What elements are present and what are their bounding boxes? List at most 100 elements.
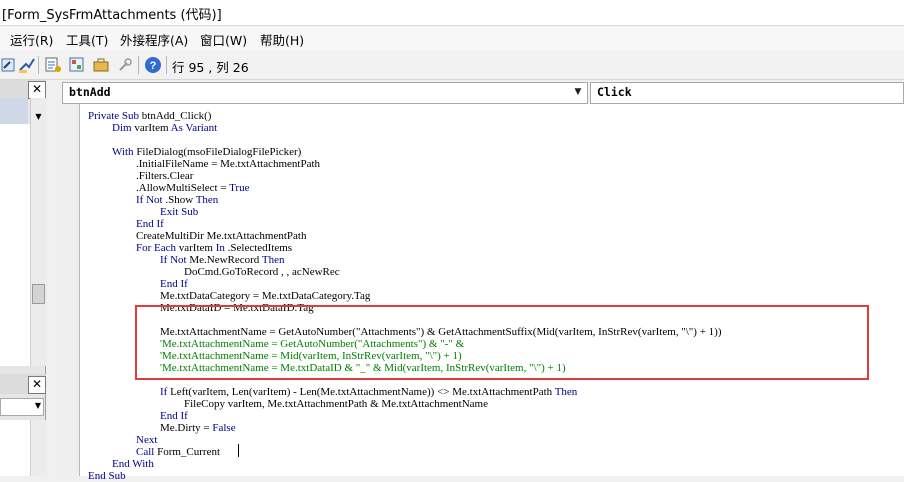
procedure-combo-value: Click	[597, 85, 632, 99]
code-line[interactable]: End Sub	[88, 470, 126, 482]
menu-tools[interactable]: 工具(T)	[66, 30, 108, 49]
code-line[interactable]: CreateMultiDir Me.txtAttachmentPath	[136, 230, 306, 242]
toolbar-separator	[166, 56, 167, 74]
project-pane: ✕ ▼	[0, 80, 47, 366]
properties-icon[interactable]	[44, 56, 62, 74]
code-keyword: Dim	[112, 122, 132, 134]
object-select[interactable]: ▼	[0, 398, 44, 416]
project-scrollbar[interactable]: ▼	[30, 98, 47, 366]
procedure-combo[interactable]: Click	[590, 82, 904, 104]
code-keyword: Exit	[160, 206, 179, 218]
code-editor[interactable]: Private Sub btnAdd_Click() Dim varItem As…	[80, 104, 904, 482]
code-line[interactable]: .Filters.Clear	[136, 170, 193, 182]
code-keyword: If	[156, 218, 164, 230]
code-line[interactable]: Private Sub btnAdd_Click()	[88, 110, 211, 122]
code-keyword: End	[88, 470, 106, 482]
code-keyword: Not	[146, 194, 163, 206]
code-line[interactable]: If Not .Show Then	[136, 194, 218, 206]
code-keyword: Sub	[121, 110, 140, 122]
code-keyword: Sub	[181, 206, 199, 218]
code-line[interactable]: End If	[160, 410, 188, 422]
properties-scrollbar[interactable]	[30, 420, 47, 476]
close-icon[interactable]: ✕	[28, 376, 46, 394]
text-cursor	[238, 444, 239, 457]
code-line[interactable]: .AllowMultiSelect = True	[136, 182, 249, 194]
code-line[interactable]: Dim varItem As Variant	[112, 122, 217, 134]
code-line[interactable]: DoCmd.GoToRecord , , acNewRec	[184, 266, 340, 278]
properties-pane: ✕ ▼	[0, 366, 47, 476]
code-keyword: Each	[154, 242, 177, 254]
scroll-down-icon[interactable]: ▼	[33, 112, 44, 122]
code-line[interactable]: If Not Me.NewRecord Then	[160, 254, 284, 266]
toolbox-icon[interactable]	[92, 56, 110, 74]
code-line[interactable]: For Each varItem In .SelectedItems	[136, 242, 292, 254]
menu-bar: 运行(R) 工具(T) 外接程序(A) 窗口(W) 帮助(H)	[0, 26, 904, 50]
code-keyword: False	[212, 422, 236, 434]
code-keyword: Private	[88, 110, 120, 122]
scroll-thumb[interactable]	[32, 284, 45, 304]
code-keyword: With	[132, 458, 154, 470]
code-line[interactable]: If Left(varItem, Len(varItem) - Len(Me.t…	[160, 386, 577, 398]
code-line[interactable]: FileCopy varItem, Me.txtAttachmentPath &…	[184, 398, 488, 410]
toolbar-separator	[38, 56, 39, 74]
properties-pane-header: ✕	[0, 374, 46, 394]
code-keyword: Next	[136, 434, 158, 446]
code-line[interactable]: Me.Dirty = False	[160, 422, 236, 434]
code-keyword: With	[112, 146, 134, 158]
menu-run[interactable]: 运行(R)	[10, 30, 53, 49]
title-bar: [Form_SysFrmAttachments (代码)]	[0, 0, 904, 26]
code-keyword: Sub	[108, 470, 126, 482]
code-keyword: If	[180, 410, 188, 422]
code-line[interactable]: .InitialFileName = Me.txtAttachmentPath	[136, 158, 320, 170]
code-keyword: If	[180, 278, 188, 290]
code-line[interactable]: Me.txtDataCategory = Me.txtDataCategory.…	[160, 290, 370, 302]
code-keyword: In	[215, 242, 225, 254]
code-keyword: Then	[554, 386, 578, 398]
window-title: [Form_SysFrmAttachments (代码)]	[2, 8, 222, 23]
code-keyword: Call	[136, 446, 155, 458]
project-explorer-icon[interactable]	[18, 56, 36, 74]
menu-addins[interactable]: 外接程序(A)	[120, 30, 188, 49]
toolbar-separator	[138, 56, 139, 74]
code-keyword: End	[112, 458, 130, 470]
code-keyword: Then	[261, 254, 285, 266]
menu-window[interactable]: 窗口(W)	[200, 30, 247, 49]
margin-indicator-bar[interactable]	[56, 104, 80, 476]
code-line[interactable]: End With	[112, 458, 154, 470]
menu-help[interactable]: 帮助(H)	[260, 30, 304, 49]
code-line[interactable]: With FileDialog(msoFileDialogFilePicker)	[112, 146, 301, 158]
svg-text:?: ?	[150, 60, 157, 72]
code-keyword: For	[136, 242, 152, 254]
object-browser-icon[interactable]	[68, 56, 86, 74]
code-keyword: If	[136, 194, 144, 206]
code-keyword: As	[170, 122, 183, 134]
help-icon[interactable]: ?	[144, 56, 162, 74]
code-line[interactable]: Next	[136, 434, 157, 446]
object-combo-value: btnAdd	[69, 85, 111, 99]
wrench-icon[interactable]	[116, 56, 134, 74]
code-window-header: btnAdd ▼ Click	[56, 80, 904, 104]
code-line[interactable]: End If	[160, 278, 188, 290]
cursor-position-readout: 行 95 , 列 26	[172, 60, 249, 75]
code-keyword: End	[160, 410, 178, 422]
code-line[interactable]: End If	[136, 218, 164, 230]
chevron-down-icon[interactable]: ▼	[571, 85, 585, 99]
project-tree[interactable]	[0, 124, 30, 366]
toolbar: ? 行 95 , 列 26	[0, 50, 904, 80]
property-list[interactable]	[0, 420, 30, 476]
code-line[interactable]: Call Form_Current	[136, 446, 220, 458]
close-icon[interactable]: ✕	[28, 81, 46, 99]
code-keyword: True	[229, 182, 250, 194]
highlight-annotation	[135, 305, 869, 380]
code-keyword: Then	[195, 194, 219, 206]
code-keyword: If	[160, 254, 168, 266]
pane-toolbar	[0, 98, 28, 124]
project-pane-header: ✕	[0, 80, 46, 99]
code-keyword: If	[160, 386, 168, 398]
code-keyword: Not	[170, 254, 187, 266]
object-combo[interactable]: btnAdd ▼	[62, 82, 588, 104]
code-line[interactable]: Exit Sub	[160, 206, 198, 218]
chevron-down-icon[interactable]: ▼	[35, 401, 41, 410]
design-mode-icon[interactable]	[0, 56, 18, 74]
code-keyword: End	[160, 278, 178, 290]
